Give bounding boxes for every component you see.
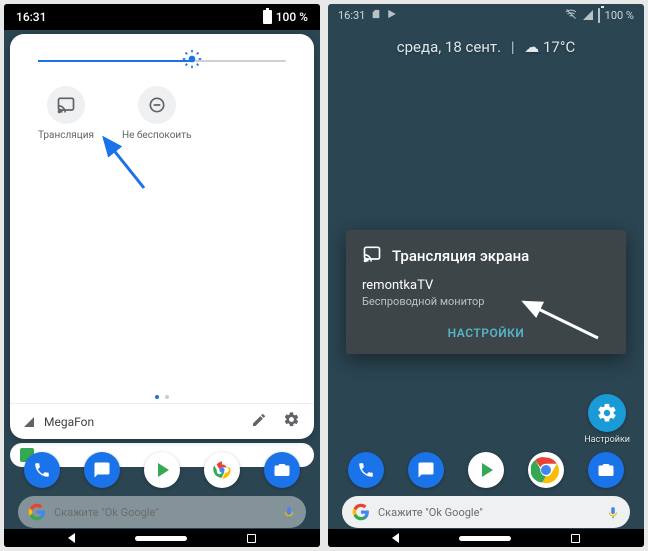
search-hint: Скажите "Ok Google"	[378, 506, 598, 519]
battery-icon	[263, 10, 272, 24]
weather-icon: ☁	[524, 38, 539, 56]
camera-app-icon[interactable]	[588, 452, 624, 488]
qs-tile-label: Трансляция	[38, 130, 94, 141]
statusbar: 16:31 100 %	[4, 4, 320, 30]
signal-icon	[24, 417, 34, 427]
weather-temp: 17°C	[543, 38, 575, 56]
chrome-app-icon[interactable]	[528, 452, 564, 488]
edit-icon[interactable]	[251, 412, 267, 432]
play-store-app-icon[interactable]	[144, 452, 180, 488]
wifi-off-icon	[564, 8, 578, 23]
nav-home-pill[interactable]	[135, 536, 187, 541]
dialog-settings-button[interactable]: НАСТРОЙКИ	[362, 320, 610, 346]
battery-icon	[598, 9, 600, 22]
gear-icon	[588, 394, 626, 432]
device-subtitle: Беспроводной монитор	[362, 295, 610, 308]
nav-bar	[4, 529, 320, 547]
qs-tile-cast[interactable]: Трансляция	[38, 86, 94, 141]
brightness-thumb-icon[interactable]	[182, 49, 202, 73]
quick-settings-panel: Трансляция Не беспокоить MegaFon	[10, 34, 314, 439]
messages-app-icon[interactable]	[84, 452, 120, 488]
chrome-app-icon[interactable]	[204, 452, 240, 488]
messages-app-icon[interactable]	[408, 452, 444, 488]
qs-tile-dnd[interactable]: Не беспокоить	[122, 86, 191, 141]
cast-device-item[interactable]: remontkaTV Беспроводной монитор	[362, 278, 610, 308]
play-store-app-icon[interactable]	[468, 452, 504, 488]
shortcut-label: Настройки	[584, 435, 630, 445]
brightness-slider[interactable]	[38, 60, 286, 62]
qs-tiles-row: Трансляция Не беспокоить	[10, 76, 314, 141]
date-weather-row: среда, 18 сент. | ☁ 17°C	[328, 26, 644, 56]
dock-row	[328, 447, 644, 493]
dock-row	[4, 447, 320, 493]
settings-shortcut[interactable]: Настройки	[584, 394, 630, 445]
google-search-bar[interactable]: Скажите "Ok Google"	[18, 496, 306, 528]
nav-recents-icon[interactable]	[247, 534, 256, 543]
signal-icon	[583, 10, 593, 20]
google-logo-icon	[352, 503, 370, 521]
cast-dialog: Трансляция экрана remontkaTV Беспроводно…	[346, 230, 626, 354]
search-hint: Скажите "Ok Google"	[54, 506, 274, 519]
phone-left: 16:31 100 % Трансл	[4, 4, 320, 547]
battery-indicator: 100 %	[263, 10, 308, 24]
sd-card-icon	[371, 8, 381, 23]
device-name: remontkaTV	[362, 278, 610, 293]
play-store-status-icon	[387, 9, 397, 22]
nav-back-icon[interactable]	[392, 533, 399, 543]
battery-percent: 100 %	[605, 9, 634, 22]
phone-right: 16:31 100 % среда, 18 сент. | ☁ 17°C	[328, 4, 644, 547]
mic-icon[interactable]	[606, 505, 620, 519]
nav-bar	[328, 529, 644, 547]
google-search-bar[interactable]: Скажите "Ok Google"	[342, 496, 630, 528]
status-time: 16:31	[338, 9, 365, 22]
phone-app-icon[interactable]	[24, 452, 60, 488]
gear-icon[interactable]	[283, 411, 300, 432]
nav-home-pill[interactable]	[459, 536, 511, 541]
camera-app-icon[interactable]	[264, 452, 300, 488]
mic-icon[interactable]	[282, 505, 296, 519]
dnd-icon	[138, 86, 176, 124]
page-indicator	[10, 395, 314, 399]
brightness-slider-row	[10, 34, 314, 76]
phone-app-icon[interactable]	[348, 452, 384, 488]
qs-footer: MegaFon	[10, 403, 314, 439]
statusbar: 16:31 100 %	[328, 4, 644, 26]
date-text: среда, 18 сент.	[397, 38, 501, 56]
cast-icon	[362, 244, 382, 268]
battery-percent: 100 %	[276, 10, 308, 24]
carrier-label: MegaFon	[44, 415, 241, 429]
google-logo-icon	[28, 503, 46, 521]
dialog-title: Трансляция экрана	[392, 247, 529, 265]
qs-tile-label: Не беспокоить	[122, 130, 191, 141]
status-time: 16:31	[16, 10, 46, 24]
nav-recents-icon[interactable]	[571, 534, 580, 543]
nav-back-icon[interactable]	[68, 533, 75, 543]
cast-icon	[47, 86, 85, 124]
